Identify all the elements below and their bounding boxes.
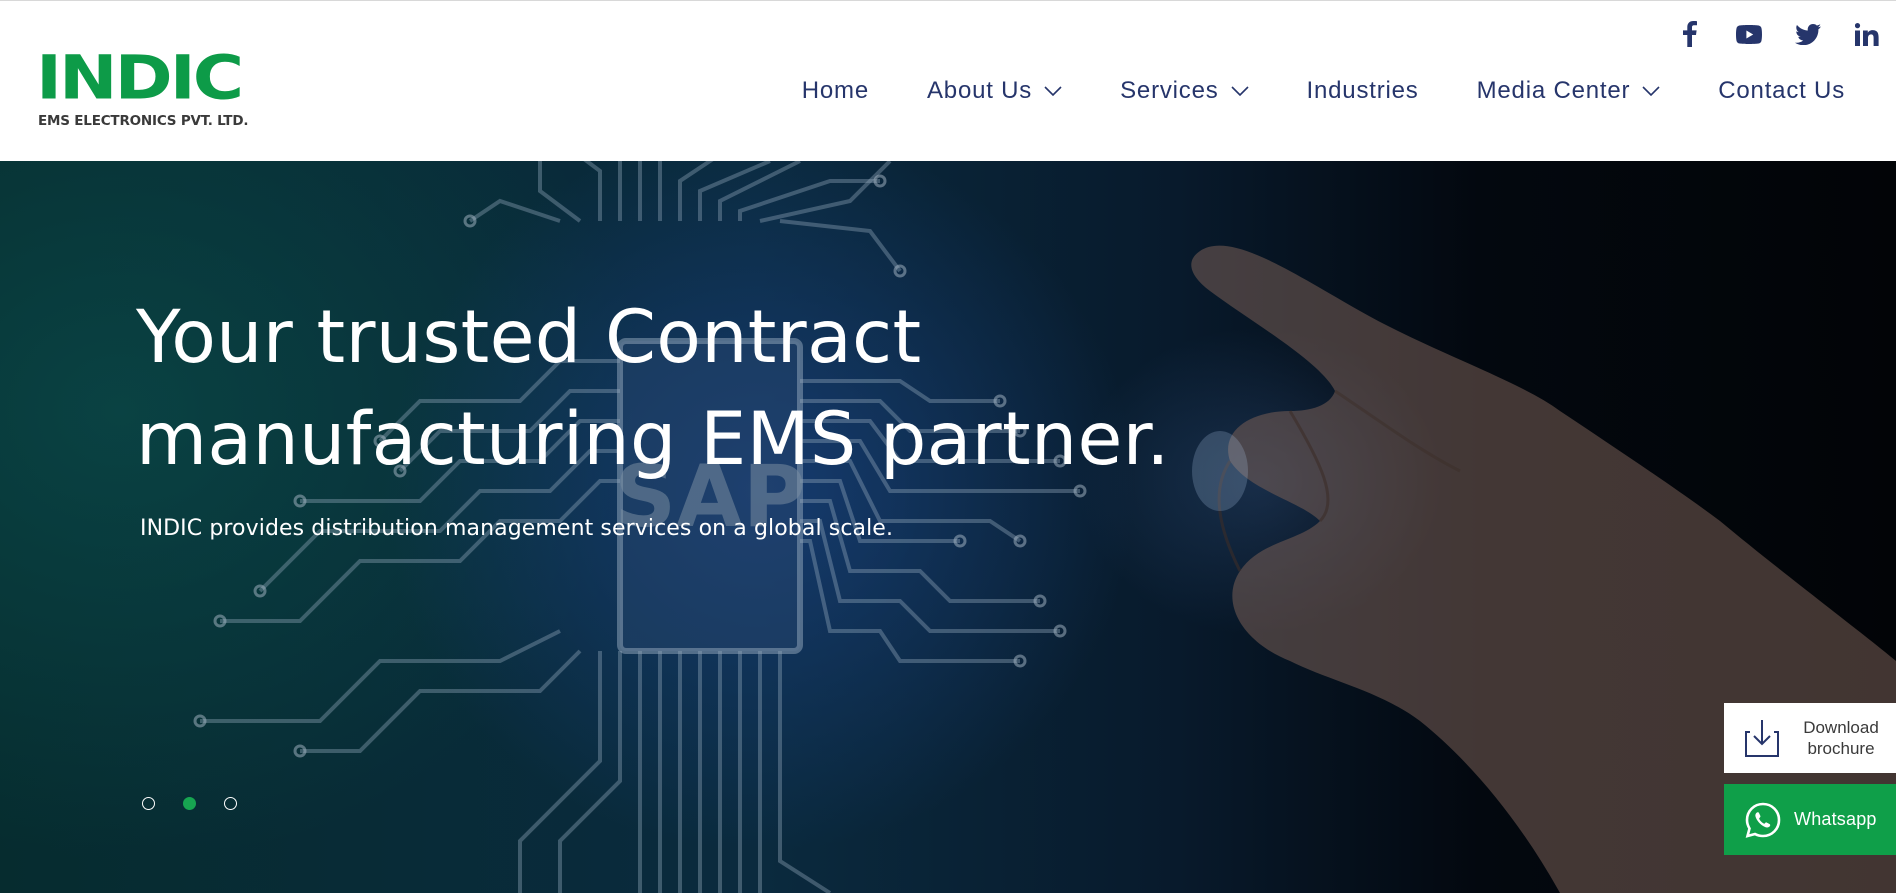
nav-services[interactable]: Services bbox=[1120, 77, 1249, 105]
nav-industries[interactable]: Industries bbox=[1307, 77, 1419, 105]
download-icon bbox=[1745, 720, 1779, 757]
social-links bbox=[1660, 19, 1896, 49]
hero-title-line2: manufacturing EMS partner. bbox=[136, 397, 1170, 482]
twitter-icon bbox=[1794, 23, 1821, 45]
download-brochure-label: Download brochure bbox=[1786, 717, 1896, 759]
brochure-line2: brochure bbox=[1807, 739, 1875, 758]
nav-about-us-label: About Us bbox=[926, 77, 1033, 104]
nav-industries-label: Industries bbox=[1306, 77, 1419, 104]
nav-home[interactable]: Home bbox=[802, 77, 869, 105]
slide-dot-3[interactable] bbox=[224, 797, 237, 810]
youtube-link[interactable] bbox=[1719, 19, 1778, 49]
hero-banner: SAP Your trusted Contract manufacturing … bbox=[0, 161, 1896, 893]
main-nav: Home About Us Services Industries Media … bbox=[802, 77, 1845, 105]
nav-media-center[interactable]: Media Center bbox=[1477, 77, 1661, 105]
hero-title-line1: Your trusted Contract bbox=[136, 295, 922, 380]
youtube-icon bbox=[1735, 24, 1762, 44]
nav-home-label: Home bbox=[801, 77, 869, 104]
nav-contact-us-label: Contact Us bbox=[1718, 77, 1845, 104]
hero-subtitle: INDIC provides distribution management s… bbox=[140, 516, 894, 541]
slide-dot-2-active[interactable] bbox=[183, 797, 196, 810]
nav-services-label: Services bbox=[1120, 77, 1219, 104]
linkedin-link[interactable] bbox=[1837, 19, 1896, 49]
logo-tagline: EMS ELECTRONICS PVT. LTD. bbox=[38, 113, 249, 129]
chevron-down-icon bbox=[1044, 86, 1062, 96]
company-logo[interactable]: INDIC EMS ELECTRONICS PVT. LTD. bbox=[36, 42, 266, 131]
nav-media-center-label: Media Center bbox=[1476, 77, 1631, 104]
site-header: INDIC EMS ELECTRONICS PVT. LTD. Home Abo… bbox=[0, 0, 1896, 161]
slider-pagination bbox=[142, 797, 265, 810]
nav-contact-us[interactable]: Contact Us bbox=[1718, 77, 1845, 105]
twitter-link[interactable] bbox=[1778, 19, 1837, 49]
chevron-down-icon bbox=[1230, 86, 1249, 96]
chevron-down-icon bbox=[1642, 86, 1660, 96]
brochure-line1: Download bbox=[1803, 718, 1879, 737]
facebook-link[interactable] bbox=[1660, 19, 1719, 49]
facebook-icon bbox=[1682, 21, 1697, 47]
logo-wordmark: INDIC bbox=[36, 42, 244, 113]
whatsapp-icon bbox=[1745, 802, 1781, 838]
whatsapp-label: Whatsapp bbox=[1794, 809, 1877, 829]
nav-about-us[interactable]: About Us bbox=[927, 77, 1062, 105]
whatsapp-button[interactable]: Whatsapp bbox=[1724, 784, 1896, 855]
slide-dot-1[interactable] bbox=[142, 797, 155, 810]
hero-title: Your trusted Contract manufacturing EMS … bbox=[136, 287, 1336, 491]
download-brochure-button[interactable]: Download brochure bbox=[1724, 703, 1896, 773]
linkedin-icon bbox=[1854, 22, 1879, 46]
